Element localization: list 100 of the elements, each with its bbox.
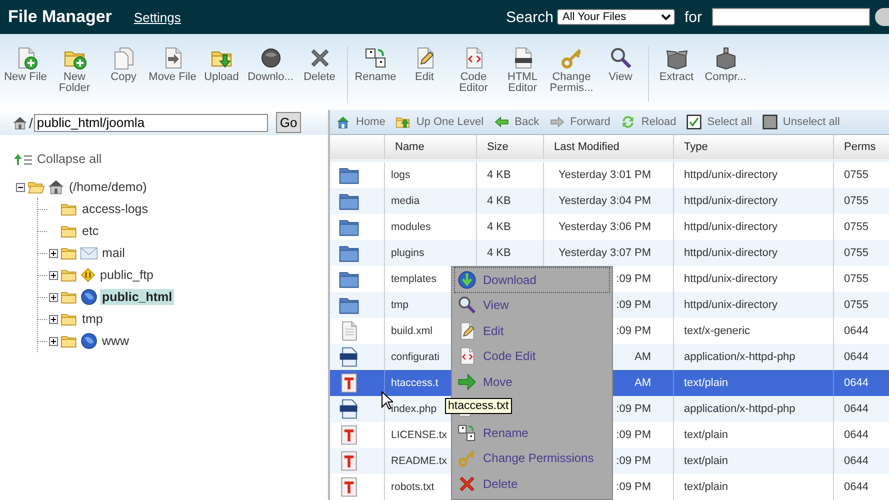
- toolbar-button[interactable]: Change Permis...: [547, 46, 596, 94]
- nav-button[interactable]: Back: [494, 114, 540, 130]
- search-go-button[interactable]: [875, 8, 889, 26]
- file-name[interactable]: LICENSE.tx: [391, 429, 448, 441]
- cursor-icon: [381, 391, 393, 410]
- collapse-all-button[interactable]: Collapse all: [13, 152, 328, 166]
- menu-item[interactable]: Download: [454, 267, 610, 292]
- toolbar-button[interactable]: Move File: [148, 46, 197, 83]
- nav-button[interactable]: Reload: [620, 114, 676, 130]
- file-name[interactable]: modules: [391, 221, 431, 233]
- table-cell: 0644: [833, 448, 889, 474]
- table-cell: 0755: [833, 188, 889, 214]
- tree-item[interactable]: mail: [100, 245, 127, 261]
- nav-button[interactable]: Home: [335, 114, 386, 130]
- expand-toggle[interactable]: [49, 248, 58, 258]
- globe-icon: [80, 288, 98, 306]
- rename-icon: [364, 46, 388, 70]
- text-file-icon: [338, 424, 360, 446]
- table-cell: Yesterday 3:04 PM: [543, 188, 673, 214]
- column-header[interactable]: Last Modified: [543, 135, 673, 159]
- tooltip: htaccess.txt: [445, 398, 512, 414]
- collapse-toggle[interactable]: [16, 182, 25, 192]
- tree-item[interactable]: www: [100, 333, 132, 349]
- tree-item[interactable]: tmp: [80, 311, 105, 327]
- tree-item[interactable]: access-logs: [80, 201, 150, 217]
- column-header[interactable]: Perms: [833, 135, 889, 159]
- table-cell: httpd/unix-directory: [673, 188, 833, 214]
- file-name[interactable]: htaccess.t: [391, 377, 438, 389]
- rename-icon: [457, 422, 477, 443]
- column-header[interactable]: Size: [476, 135, 543, 159]
- key-icon: [560, 46, 584, 70]
- go-button[interactable]: Go: [276, 112, 302, 133]
- home-icon: [335, 114, 351, 130]
- toolbar-button[interactable]: Downlo...: [246, 46, 295, 83]
- search-field[interactable]: [712, 8, 870, 26]
- nav-button[interactable]: Select all: [686, 114, 752, 130]
- download-icon: [457, 270, 477, 290]
- settings-link[interactable]: Settings: [134, 10, 181, 24]
- nav-button[interactable]: Unselect all: [762, 114, 840, 130]
- toolbar-button[interactable]: View: [596, 46, 645, 83]
- search-icon: [608, 46, 632, 70]
- checkbox-icon: [762, 114, 778, 130]
- expand-toggle[interactable]: [49, 314, 58, 324]
- expand-toggle[interactable]: [49, 270, 58, 280]
- toolbar-button[interactable]: Extract: [652, 46, 701, 83]
- checkbox-icon: [686, 114, 702, 130]
- toolbar-button[interactable]: Copy: [99, 46, 148, 83]
- text-file-icon: [338, 450, 360, 472]
- toolbar-button[interactable]: Delete: [295, 46, 344, 83]
- file-name[interactable]: media: [391, 195, 420, 207]
- file-name[interactable]: build.xml: [391, 325, 432, 337]
- nav-button[interactable]: Forward: [549, 114, 610, 130]
- file-name[interactable]: configurati: [391, 351, 440, 363]
- expand-toggle[interactable]: [49, 336, 58, 346]
- table-cell: 0755: [833, 292, 889, 318]
- file-name[interactable]: robots.txt: [391, 481, 434, 493]
- table-cell: application/x-httpd-php: [673, 396, 833, 422]
- app-title: File Manager: [8, 7, 112, 27]
- table-cell: 0644: [833, 396, 889, 422]
- back-arrow-icon: [494, 114, 510, 130]
- tree-item[interactable]: public_ftp: [98, 267, 156, 283]
- for-label: for: [684, 8, 702, 26]
- column-header[interactable]: Type: [673, 135, 833, 159]
- search-label: Search: [506, 8, 554, 26]
- toolbar-button[interactable]: New File: [1, 46, 50, 83]
- path-field[interactable]: public_html/joomla: [34, 114, 268, 132]
- toolbar-button[interactable]: HTML Editor: [498, 46, 547, 94]
- box-icon: [714, 46, 738, 70]
- forward-arrow-icon: [549, 114, 566, 130]
- toolbar-button[interactable]: New Folder: [50, 46, 99, 94]
- arrow-icon: [457, 372, 477, 392]
- sphere-icon: [258, 46, 282, 70]
- file-name[interactable]: templates: [391, 273, 437, 285]
- file-name[interactable]: README.tx: [391, 455, 448, 467]
- text-file-icon: [338, 476, 360, 498]
- tree-item[interactable]: etc: [80, 223, 101, 239]
- toolbar-button[interactable]: Upload: [197, 46, 246, 83]
- ftp-icon: [80, 267, 96, 283]
- toolbar-button[interactable]: Code Editor: [449, 46, 498, 94]
- tree-item[interactable]: public_html: [100, 289, 174, 305]
- toolbar-button[interactable]: Rename: [351, 46, 400, 83]
- table-cell: text/plain: [673, 448, 833, 474]
- search-scope-dropdown[interactable]: All Your Files: [557, 9, 676, 25]
- house-icon: [47, 178, 65, 196]
- file-name[interactable]: logs: [391, 169, 410, 181]
- globe-icon: [80, 332, 98, 350]
- tree-item[interactable]: (/home/demo): [67, 179, 149, 195]
- toolbar-button[interactable]: Edit: [400, 46, 449, 83]
- column-header[interactable]: Name: [384, 135, 476, 159]
- text-file-icon: [338, 372, 360, 394]
- path-root: /: [29, 114, 33, 130]
- table-cell: httpd/unix-directory: [673, 292, 833, 318]
- search-icon: [457, 295, 477, 316]
- file-name[interactable]: index.php: [391, 403, 437, 415]
- file-name[interactable]: plugins: [391, 247, 424, 259]
- house-icon: [12, 114, 28, 130]
- expand-toggle[interactable]: [49, 292, 58, 302]
- toolbar-button[interactable]: Compr...: [701, 46, 750, 83]
- file-name[interactable]: tmp: [391, 299, 409, 311]
- nav-button[interactable]: Up One Level: [395, 114, 484, 130]
